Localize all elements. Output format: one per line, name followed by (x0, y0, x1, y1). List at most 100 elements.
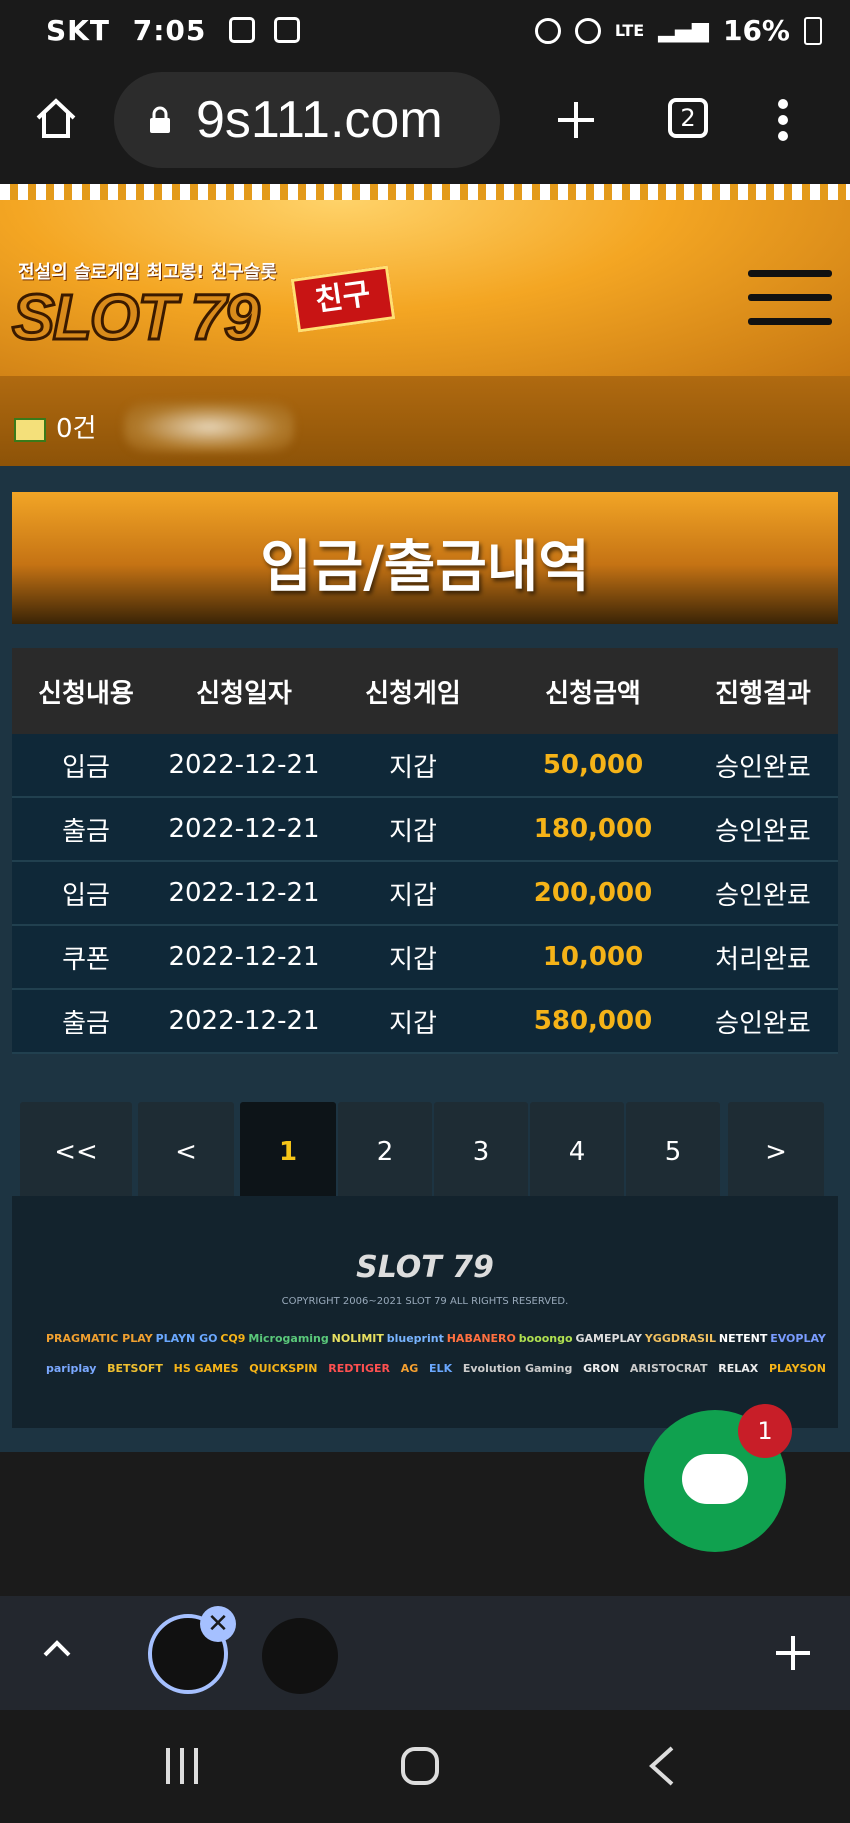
provider-logo: NETENT (718, 1332, 768, 1345)
hamburger-menu-button[interactable] (740, 264, 840, 334)
provider-logo: pariplay (46, 1362, 97, 1375)
provider-logo: Microgaming (248, 1332, 329, 1345)
table-row: 입금 2022-12-21 지갑 50,000 승인완료 (12, 734, 838, 798)
cell-amount: 10,000 (542, 942, 644, 972)
page-title: 입금/출금내역 (260, 535, 590, 600)
new-tab-icon[interactable] (556, 100, 596, 140)
lock-icon (150, 106, 170, 133)
add-tab-icon[interactable] (774, 1634, 812, 1672)
signal-icon: ▂▄▆ (658, 18, 709, 43)
provider-logo: REDTIGER (328, 1362, 390, 1375)
battery-icon (804, 16, 822, 45)
status-bar: SKT 7:05 LTE ▂▄▆ 16% (0, 0, 850, 66)
cell-status: 처리완료 (715, 944, 811, 975)
lock-app-icon (534, 17, 561, 44)
cell-game: 지갑 (389, 752, 437, 783)
pagination-page-1[interactable]: 1 (240, 1102, 336, 1202)
status-right: LTE ▂▄▆ 16% (534, 14, 822, 47)
transaction-table: 신청내용 신청일자 신청게임 신청금액 진행결과 입금 2022-12-21 지… (12, 648, 838, 1054)
page-title-banner: 입금/출금내역 (12, 492, 838, 624)
network-label: LTE (614, 21, 645, 40)
browser-tab-bar: ✕ (0, 1596, 850, 1710)
url-bar[interactable]: 9s111.com (114, 72, 500, 168)
home-icon[interactable] (34, 96, 78, 140)
cell-amount: 580,000 (533, 1006, 653, 1036)
pagination-next[interactable]: > (728, 1102, 824, 1202)
table-header: 신청내용 신청일자 신청게임 신청금액 진행결과 (12, 648, 838, 734)
footer-copyright: COPYRIGHT 2006~2021 SLOT 79 ALL RIGHTS R… (281, 1296, 569, 1307)
provider-logo: YGGDRASIL (644, 1332, 716, 1345)
cell-amount: 180,000 (533, 814, 653, 844)
pagination-page-5[interactable]: 5 (626, 1102, 720, 1202)
recent-apps-icon[interactable] (162, 1746, 202, 1786)
header-type: 신청내용 (38, 678, 134, 709)
more-menu-icon[interactable] (776, 98, 790, 142)
header-status: 진행결과 (715, 678, 811, 709)
table-row: 출금 2022-12-21 지갑 580,000 승인완료 (12, 990, 838, 1054)
system-nav-bar (0, 1710, 850, 1823)
message-count[interactable]: 0건 (56, 408, 96, 445)
provider-logo: RELAX (718, 1362, 759, 1375)
carrier-label: SKT (46, 14, 110, 47)
header-game: 신청게임 (365, 678, 461, 709)
cell-type: 출금 (62, 1008, 110, 1039)
cell-date: 2022-12-21 (168, 750, 320, 780)
provider-logo: EVOPLAY (770, 1332, 826, 1345)
provider-logo: GAMEPLAY (575, 1332, 642, 1345)
cell-game: 지갑 (389, 1008, 437, 1039)
pagination-first[interactable]: << (20, 1102, 132, 1202)
cell-game: 지갑 (389, 944, 437, 975)
provider-logo: NOLIMIT (331, 1332, 384, 1345)
cell-status: 승인완료 (715, 752, 811, 783)
site-logo[interactable]: SLOT 79 (11, 280, 262, 355)
provider-logo: HS GAMES (173, 1362, 239, 1375)
chevron-up-icon[interactable] (42, 1638, 72, 1658)
cell-status: 승인완료 (715, 1008, 811, 1039)
home-nav-icon[interactable] (400, 1746, 440, 1786)
mail-icon[interactable] (14, 418, 46, 442)
status-left: SKT 7:05 (46, 14, 300, 47)
provider-logo: QUICKSPIN (249, 1362, 318, 1375)
hamburger-line (748, 270, 832, 277)
cell-game: 지갑 (389, 880, 437, 911)
pagination-prev[interactable]: < (138, 1102, 234, 1202)
pagination-page-3[interactable]: 3 (434, 1102, 528, 1202)
pagination-page-4[interactable]: 4 (530, 1102, 624, 1202)
provider-logo: GRON (583, 1362, 620, 1375)
hamburger-line (748, 318, 832, 325)
header-amount: 신청금액 (545, 678, 641, 709)
header-date: 신청일자 (196, 678, 292, 709)
browser-toolbar: 9s111.com 2 (0, 66, 850, 184)
provider-logo: blueprint (386, 1332, 444, 1345)
cell-type: 쿠폰 (62, 944, 110, 975)
provider-logo: BETSOFT (107, 1362, 163, 1375)
cell-amount: 200,000 (533, 878, 653, 908)
provider-logos-row2: pariplay BETSOFT HS GAMES QUICKSPIN REDT… (46, 1362, 826, 1375)
marquee-lights (0, 184, 850, 200)
cell-game: 지갑 (389, 816, 437, 847)
cell-date: 2022-12-21 (168, 1006, 320, 1036)
cell-type: 출금 (62, 816, 110, 847)
provider-logo: ELK (429, 1362, 453, 1375)
blurred-username (124, 402, 294, 452)
cell-amount: 50,000 (542, 750, 644, 780)
alarm-icon (574, 17, 601, 44)
back-nav-icon[interactable] (648, 1746, 676, 1786)
pagination-page-2[interactable]: 2 (338, 1102, 432, 1202)
globe-icon[interactable] (262, 1618, 338, 1694)
tab-switcher-button[interactable]: 2 (668, 98, 708, 138)
site-footer: SLOT 79 COPYRIGHT 2006~2021 SLOT 79 ALL … (12, 1196, 838, 1428)
provider-logo: PLAYSON (768, 1362, 826, 1375)
cell-date: 2022-12-21 (168, 814, 320, 844)
table-row: 출금 2022-12-21 지갑 180,000 승인완료 (12, 798, 838, 862)
footer-logo: SLOT 79 (356, 1250, 494, 1285)
battery-label: 16% (722, 14, 790, 47)
provider-logo: CQ9 (220, 1332, 246, 1345)
provider-logo: booongo (518, 1332, 573, 1345)
provider-logos-row1: PRAGMATIC PLAY PLAYN GO CQ9 Microgaming … (46, 1332, 826, 1345)
chat-notification-badge: 1 (738, 1404, 792, 1458)
provider-logo: PRAGMATIC PLAY (46, 1332, 153, 1345)
hamburger-line (748, 294, 832, 301)
close-icon[interactable]: ✕ (200, 1606, 236, 1642)
table-row: 쿠폰 2022-12-21 지갑 10,000 처리완료 (12, 926, 838, 990)
